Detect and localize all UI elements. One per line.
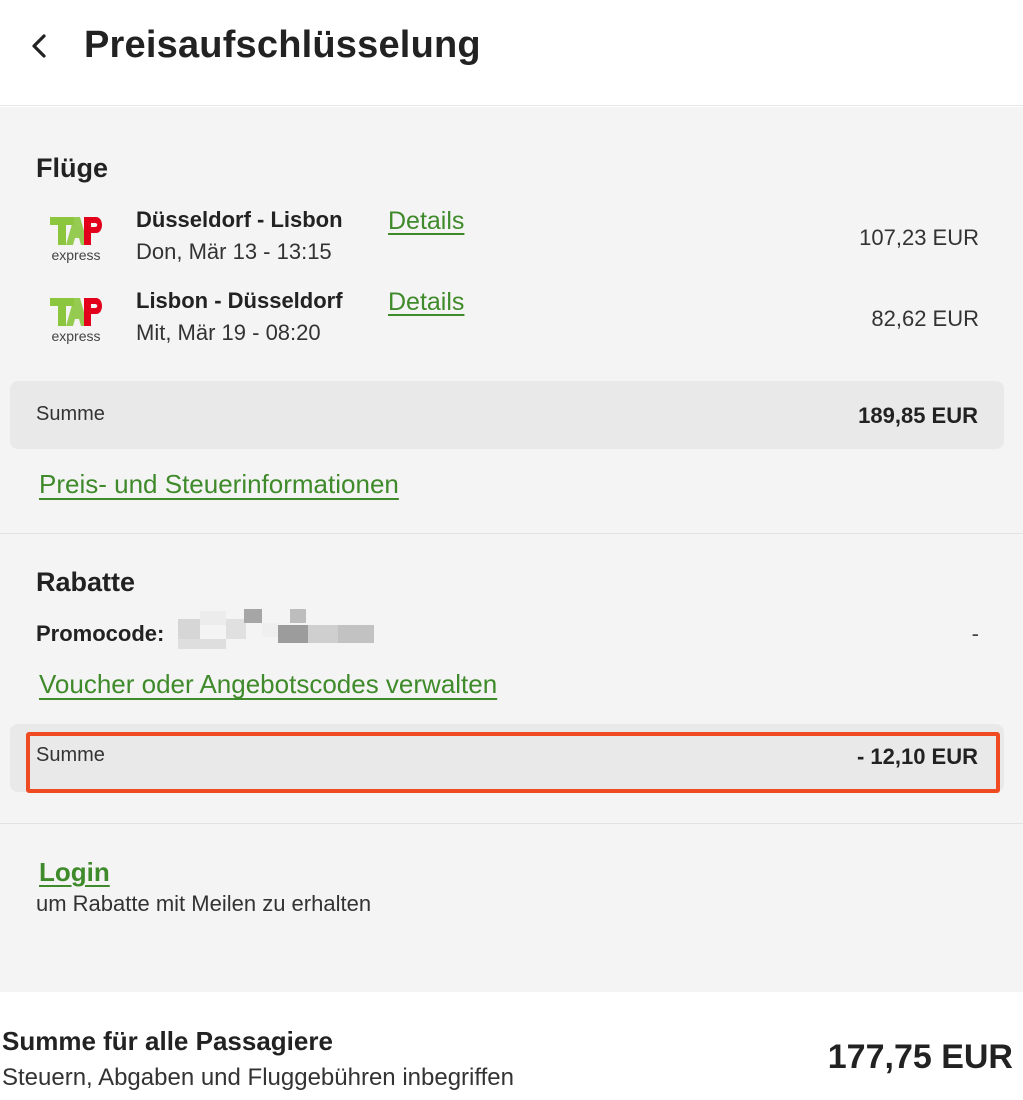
- flight-datetime: Mit, Mär 19 - 08:20: [136, 320, 321, 345]
- total-title: Summe für alle Passagiere: [2, 1026, 333, 1056]
- flight-route: Düsseldorf - Lisbon: [136, 207, 343, 232]
- logo-subtext: express: [51, 247, 101, 263]
- promocode-value: -: [971, 621, 979, 646]
- flights-section-title: Flüge: [36, 153, 108, 183]
- promocode-redacted: [178, 609, 374, 649]
- price-tax-info-link[interactable]: Preis- und Steuerinformationen: [39, 469, 399, 500]
- logo-subtext: express: [51, 328, 101, 344]
- login-link[interactable]: Login: [39, 857, 110, 888]
- flight-row: express Düsseldorf - Lisbon Don, Mär 13 …: [0, 207, 1023, 277]
- flight-price: 82,62 EUR: [871, 306, 979, 331]
- price-breakdown-content: Flüge express Düsseldorf - Lisbon Don, M…: [0, 107, 1023, 992]
- page-title: Preisaufschlüsselung: [84, 24, 481, 66]
- tap-express-logo: express: [44, 294, 108, 344]
- page-header: Preisaufschlüsselung: [0, 0, 1023, 106]
- section-divider: [0, 533, 1023, 534]
- flights-sum-row: Summe 189,85 EUR: [10, 381, 1004, 449]
- flight-price: 107,23 EUR: [859, 225, 979, 250]
- section-divider: [0, 823, 1023, 824]
- login-subtext: um Rabatte mit Meilen zu erhalten: [36, 891, 372, 916]
- voucher-manage-link[interactable]: Voucher oder Angebotscodes verwalten: [39, 669, 497, 700]
- flight-datetime: Don, Mär 13 - 13:15: [136, 239, 332, 264]
- tap-express-logo: express: [44, 213, 108, 263]
- back-button[interactable]: [22, 28, 58, 64]
- highlight-box: [26, 732, 1000, 793]
- total-subtitle: Steuern, Abgaben und Fluggebühren inbegr…: [2, 1064, 514, 1091]
- details-link[interactable]: Details: [388, 207, 464, 236]
- promocode-label: Promocode:: [36, 621, 165, 646]
- total-footer: Summe für alle Passagiere Steuern, Abgab…: [0, 992, 1023, 1100]
- sum-label: Summe: [36, 403, 105, 425]
- flight-route: Lisbon - Düsseldorf: [136, 288, 343, 313]
- flight-row: express Lisbon - Düsseldorf Mit, Mär 19 …: [0, 288, 1023, 358]
- chevron-left-icon: [32, 34, 46, 58]
- discounts-section-title: Rabatte: [36, 567, 136, 597]
- details-link[interactable]: Details: [388, 288, 464, 317]
- total-amount: 177,75 EUR: [827, 1038, 1013, 1076]
- sum-value: 189,85 EUR: [858, 403, 978, 428]
